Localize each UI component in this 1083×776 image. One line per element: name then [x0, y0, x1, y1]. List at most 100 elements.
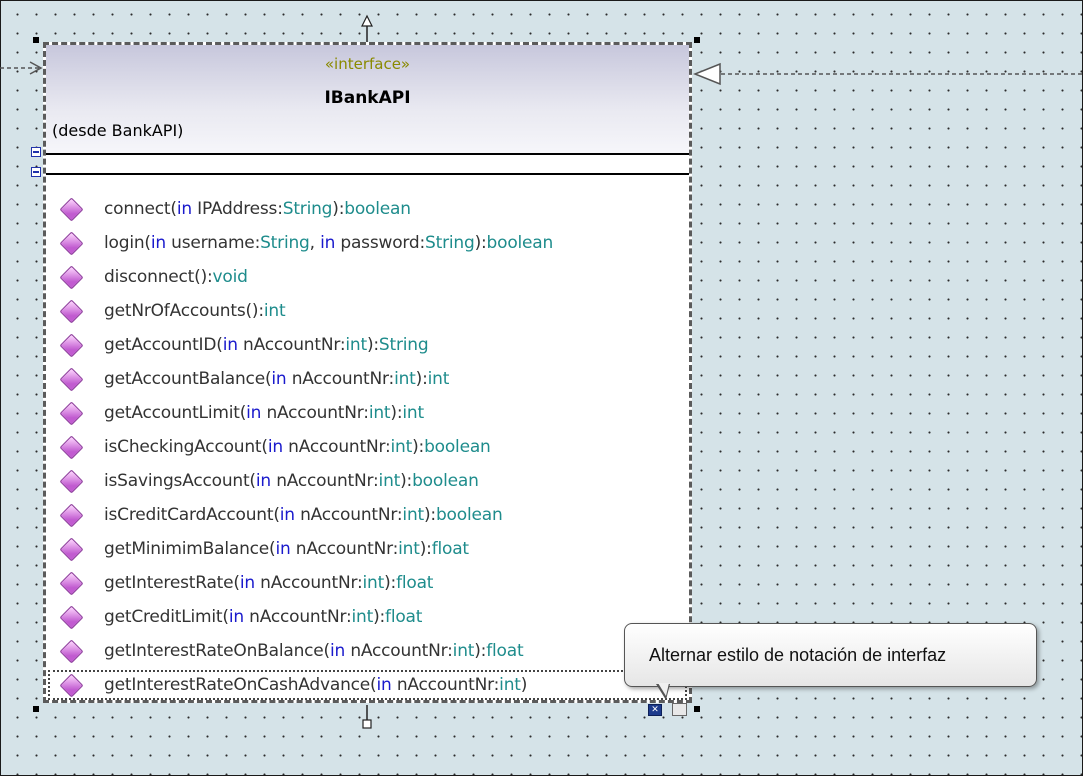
- tooltip: Alternar estilo de notación de interfaz: [624, 623, 1037, 687]
- operation-diamond-icon: [59, 230, 84, 256]
- signature-token: ):: [332, 199, 345, 219]
- operation-signature: connect(in IPAddress:String):boolean: [104, 199, 411, 219]
- operation-signature: getInterestRateOnCashAdvance(in nAccount…: [104, 675, 527, 695]
- resize-handle-bottom-left[interactable]: [33, 706, 39, 712]
- signature-token: in: [228, 607, 244, 627]
- attributes-compartment[interactable]: [46, 153, 689, 175]
- operation-row[interactable]: connect(in IPAddress:String):boolean: [46, 192, 689, 226]
- signature-token: getInterestRateOnBalance(: [104, 641, 330, 661]
- signature-token: in: [320, 233, 336, 253]
- signature-token: int: [394, 369, 416, 389]
- signature-token: boolean: [344, 199, 411, 219]
- operation-row[interactable]: getInterestRateOnCashAdvance(in nAccount…: [46, 668, 689, 702]
- collapse-operations-icon[interactable]: [31, 167, 41, 177]
- signature-token: getCreditLimit(: [104, 607, 229, 627]
- signature-token: nAccountNr:: [294, 505, 403, 525]
- operation-diamond-icon: [59, 502, 84, 528]
- operation-diamond-icon: [59, 264, 84, 290]
- operation-row[interactable]: disconnect():void: [46, 260, 689, 294]
- operation-row[interactable]: getMinimimBalance(in nAccountNr:int):flo…: [46, 532, 689, 566]
- signature-token: getInterestRate(: [104, 573, 240, 593]
- signature-token: String: [425, 233, 475, 253]
- operation-diamond-icon: [59, 672, 84, 698]
- signature-token: ):: [384, 573, 397, 593]
- signature-token: nAccountNr:: [261, 403, 369, 423]
- signature-token: float: [396, 573, 434, 593]
- signature-token: in: [150, 233, 166, 253]
- resize-handle-top-left[interactable]: [33, 37, 39, 43]
- operations-compartment[interactable]: connect(in IPAddress:String):boolean logi…: [46, 192, 689, 702]
- signature-token: String: [260, 233, 310, 253]
- operation-diamond-icon: [59, 332, 84, 358]
- class-header[interactable]: «interface» IBankAPI (desde BankAPI): [46, 45, 689, 155]
- signature-token: in: [275, 539, 291, 559]
- signature-token: ): [520, 675, 528, 695]
- operation-row[interactable]: getAccountBalance(in nAccountNr:int):int: [46, 362, 689, 396]
- operation-signature: getMinimimBalance(in nAccountNr:int):flo…: [104, 539, 469, 559]
- operation-row[interactable]: getInterestRateOnBalance(in nAccountNr:i…: [46, 634, 689, 668]
- signature-token: String: [282, 199, 333, 219]
- operation-diamond-icon: [59, 298, 84, 324]
- operation-diamond-icon: [59, 570, 84, 596]
- signature-token: nAccountNr:: [286, 369, 395, 389]
- signature-token: getInterestRateOnCashAdvance(: [104, 675, 377, 695]
- signature-token: float: [431, 539, 469, 559]
- signature-token: disconnect():: [104, 267, 213, 287]
- signature-token: float: [385, 607, 423, 627]
- signature-token: ):: [474, 233, 487, 253]
- operation-row[interactable]: isCheckingAccount(in nAccountNr:int):boo…: [46, 430, 689, 464]
- operation-signature: isCheckingAccount(in nAccountNr:int):boo…: [104, 437, 491, 457]
- operation-row[interactable]: getAccountID(in nAccountNr:int):String: [46, 328, 689, 362]
- signature-token: in: [267, 437, 283, 457]
- operation-diamond-icon: [59, 536, 84, 562]
- signature-token: ):: [400, 471, 413, 491]
- signature-token: ):: [474, 641, 487, 661]
- operation-row[interactable]: login(in username:String, in password:St…: [46, 226, 689, 260]
- signature-token: in: [239, 573, 255, 593]
- operation-diamond-icon: [59, 196, 84, 222]
- signature-token: getAccountBalance(: [104, 369, 272, 389]
- signature-token: nAccountNr:: [237, 335, 346, 355]
- signature-token: int: [499, 675, 521, 695]
- resize-handle-bottom-right[interactable]: [694, 706, 700, 712]
- signature-token: nAccountNr:: [243, 607, 352, 627]
- interface-class-box[interactable]: «interface» IBankAPI (desde BankAPI) con…: [43, 42, 692, 703]
- signature-token: in: [222, 335, 238, 355]
- signature-token: nAccountNr:: [282, 437, 391, 457]
- folder-icon[interactable]: [672, 703, 687, 716]
- operation-row[interactable]: getCreditLimit(in nAccountNr:int):float: [46, 600, 689, 634]
- signature-token: connect(: [104, 199, 177, 219]
- signature-token: getAccountLimit(: [104, 403, 247, 423]
- signature-token: nAccountNr:: [270, 471, 379, 491]
- operation-diamond-icon: [59, 468, 84, 494]
- class-name[interactable]: IBankAPI: [46, 88, 689, 108]
- signature-token: void: [212, 267, 248, 287]
- resize-handle-top-right[interactable]: [694, 37, 700, 43]
- signature-token: in: [376, 675, 392, 695]
- signature-token: nAccountNr:: [290, 539, 399, 559]
- operation-row[interactable]: getInterestRate(in nAccountNr:int):float: [46, 566, 689, 600]
- signature-token: int: [398, 539, 420, 559]
- signature-token: password:: [335, 233, 426, 253]
- operation-signature: login(in username:String, in password:St…: [104, 233, 553, 253]
- signature-token: int: [263, 301, 286, 321]
- signature-token: boolean: [486, 233, 554, 253]
- signature-token: boolean: [412, 471, 479, 491]
- operation-row[interactable]: getAccountLimit(in nAccountNr:int):int: [46, 396, 689, 430]
- signature-token: ):: [424, 505, 436, 525]
- signature-token: int: [402, 403, 424, 423]
- signature-token: getNrOfAccounts():: [104, 301, 264, 321]
- operation-signature: getNrOfAccounts():int: [104, 301, 286, 321]
- signature-token: int: [345, 335, 367, 355]
- signature-token: int: [390, 437, 413, 457]
- signature-token: getAccountID(: [104, 335, 223, 355]
- signature-token: getMinimimBalance(: [104, 539, 276, 559]
- realization-arrowhead: [692, 62, 721, 86]
- collapse-attributes-icon[interactable]: [31, 147, 41, 157]
- toggle-notation-icon[interactable]: ✕: [648, 704, 662, 716]
- signature-token: in: [255, 471, 271, 491]
- operation-row[interactable]: isSavingsAccount(in nAccountNr:int):bool…: [46, 464, 689, 498]
- operation-diamond-icon: [59, 366, 84, 392]
- operation-row[interactable]: isCreditCardAccount(in nAccountNr:int):b…: [46, 498, 689, 532]
- operation-row[interactable]: getNrOfAccounts():int: [46, 294, 689, 328]
